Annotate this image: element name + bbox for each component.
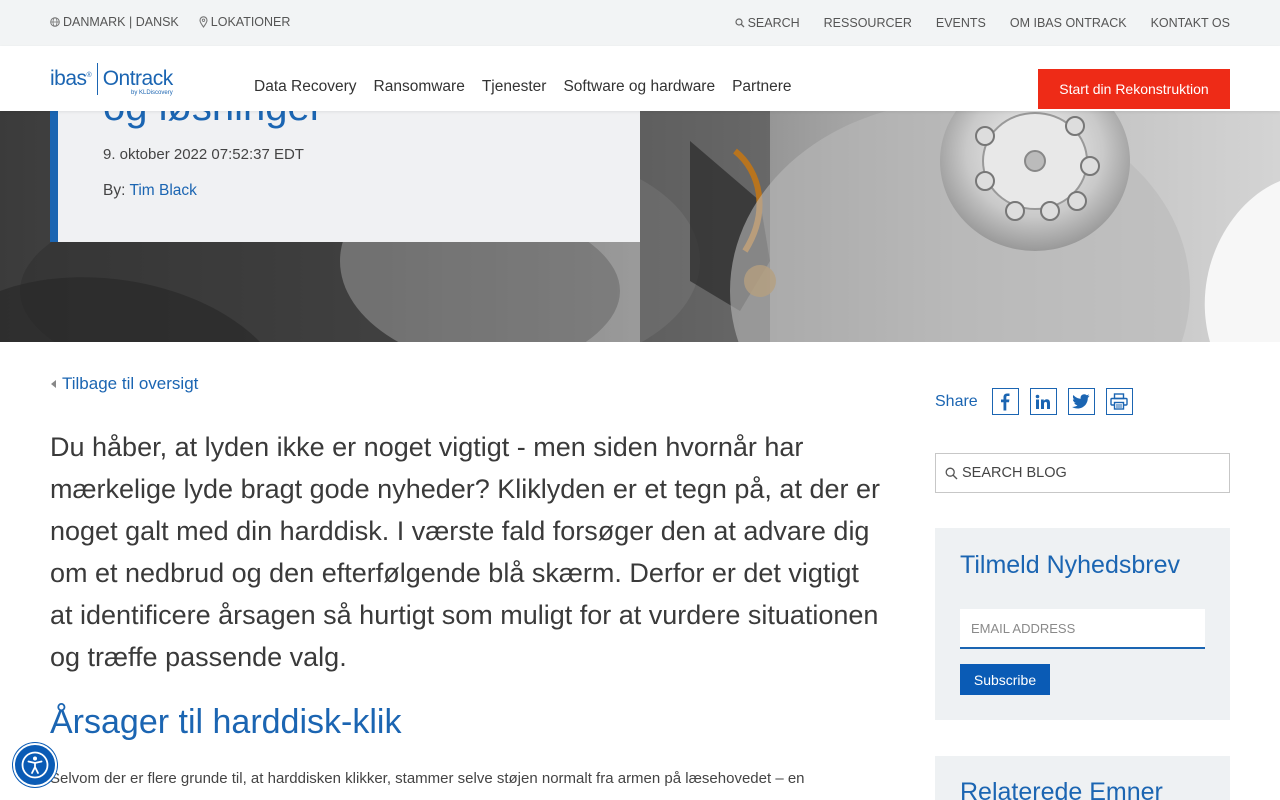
share-label: Share: [935, 392, 978, 410]
related-topics-panel: Relaterede Emner: [935, 756, 1230, 800]
article-title: og løsninger: [103, 111, 323, 130]
twitter-icon: [1072, 394, 1090, 409]
logo-byline: by KLDiscovery: [131, 90, 173, 96]
back-link-label: Tilbage til oversigt: [62, 374, 199, 393]
article-meta-card: og løsninger 9. oktober 2022 07:52:37 ED…: [50, 111, 640, 242]
author-line: By: Tim Black: [103, 182, 197, 200]
ibas-ontrack-logo[interactable]: ibas ® Ontrack by KLDiscovery: [50, 63, 174, 96]
utility-right: SEARCH RESSOURCER EVENTS OM IBAS ONTRACK…: [734, 16, 1230, 30]
related-topics-title: Relaterede Emner: [960, 778, 1163, 800]
utility-link-kontakt[interactable]: KONTAKT OS: [1151, 16, 1230, 30]
search-label: SEARCH: [747, 16, 800, 30]
main-header: ibas ® Ontrack by KLDiscovery Data Recov…: [0, 46, 1280, 111]
nav-tjenester[interactable]: Tjenester: [482, 78, 547, 96]
start-reconstruction-button[interactable]: Start din Rekonstruktion: [1038, 69, 1230, 109]
logo-registered-mark: ®: [86, 72, 92, 79]
logo-ibas-text: ibas: [50, 67, 87, 90]
utility-link-om-ibas[interactable]: OM IBAS ONTRACK: [1010, 16, 1127, 30]
article-body-text: Selvom der er flere grunde til, at hardd…: [50, 770, 805, 787]
blog-search-box: [935, 453, 1230, 493]
print-button[interactable]: [1105, 388, 1133, 415]
print-icon: [1110, 393, 1128, 410]
nav-software-hardware[interactable]: Software og hardware: [563, 78, 715, 96]
logo-ontrack-group: Ontrack by KLDiscovery: [102, 67, 174, 96]
email-field[interactable]: [960, 609, 1205, 649]
facebook-icon: [1001, 393, 1010, 410]
utility-link-ressourcer[interactable]: RESSOURCER: [824, 16, 912, 30]
locations-link[interactable]: LOKATIONER: [199, 15, 291, 29]
nav-data-recovery[interactable]: Data Recovery: [254, 78, 357, 96]
caret-left-icon: [51, 380, 56, 388]
linkedin-icon: [1035, 394, 1051, 409]
nav-partnere[interactable]: Partnere: [732, 78, 791, 96]
article-lead: Du håber, at lyden ikke er noget vigtigt…: [50, 432, 880, 672]
locations-label: LOKATIONER: [210, 15, 291, 29]
author-prefix: By:: [103, 182, 126, 199]
newsletter-panel: Tilmeld Nyhedsbrev Subscribe: [935, 528, 1230, 720]
globe-icon: [50, 17, 60, 27]
accessibility-icon: [21, 751, 49, 779]
utility-link-events[interactable]: EVENTS: [936, 16, 986, 30]
utility-bar: DANMARK | DANSK LOKATIONER SEARCH RESSOU…: [0, 0, 1280, 46]
utility-search-link[interactable]: SEARCH: [734, 16, 800, 30]
blog-search-input[interactable]: [962, 465, 1222, 481]
back-to-overview-link[interactable]: Tilbage til oversigt: [50, 374, 198, 394]
utility-left: DANMARK | DANSK LOKATIONER: [50, 15, 290, 29]
share-bar: Share: [935, 388, 1133, 415]
twitter-share-button[interactable]: [1067, 388, 1095, 415]
logo-ontrack-text: Ontrack: [102, 67, 174, 90]
main-nav: Data Recovery Ransomware Tjenester Softw…: [254, 78, 792, 96]
region-selector[interactable]: DANMARK | DANSK: [50, 15, 179, 29]
linkedin-share-button[interactable]: [1029, 388, 1057, 415]
search-icon: [945, 467, 958, 479]
accessibility-button[interactable]: [13, 743, 57, 787]
search-icon: [734, 18, 745, 28]
author-link[interactable]: Tim Black: [129, 182, 196, 199]
nav-ransomware[interactable]: Ransomware: [374, 78, 465, 96]
logo-divider: [96, 63, 98, 95]
section-heading: Årsager til harddisk-klik: [50, 703, 402, 741]
newsletter-title: Tilmeld Nyhedsbrev: [960, 551, 1180, 579]
region-label: DANMARK | DANSK: [63, 15, 179, 29]
hero-banner: og løsninger 9. oktober 2022 07:52:37 ED…: [0, 111, 1280, 342]
subscribe-button[interactable]: Subscribe: [960, 664, 1050, 695]
facebook-share-button[interactable]: [991, 388, 1019, 415]
location-pin-icon: [199, 16, 208, 28]
publish-date: 9. oktober 2022 07:52:37 EDT: [103, 146, 304, 163]
